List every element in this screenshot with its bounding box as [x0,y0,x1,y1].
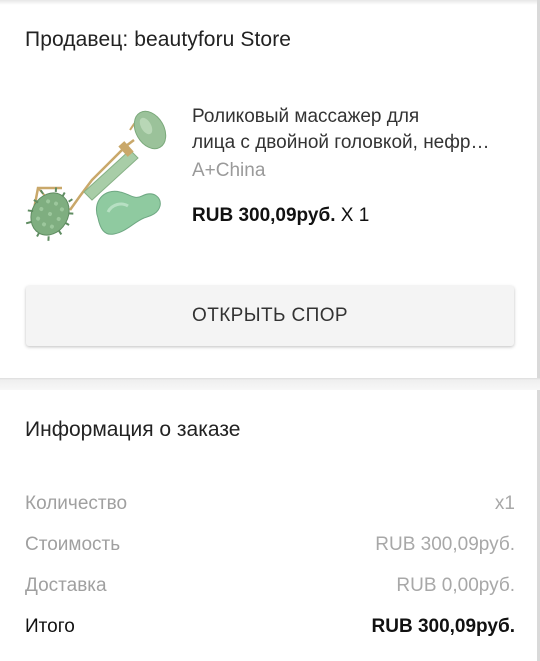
product-price: RUB 300,09руб. [192,205,336,226]
product-price-row: RUB 300,09руб. X 1 [192,205,369,227]
order-row-value: RUB 0,00руб. [396,575,515,596]
order-row-label: Доставка [25,575,107,596]
order-row-value: x1 [494,493,515,514]
product-quantity: X 1 [340,205,370,226]
order-total-value: RUB 300,09руб. [371,616,516,637]
product-image[interactable] [22,100,177,248]
order-row-cost: Стоимость RUB 300,09руб. [25,534,515,556]
order-row-quantity: Количество x1 [25,493,515,515]
product-title-line-2: лица с двойной головкой, нефр… [192,132,490,153]
jade-roller-icon [25,110,167,241]
section-divider [0,378,540,390]
order-row-shipping: Доставка RUB 0,00руб. [25,575,515,597]
seller-name[interactable]: Продавец: beautyforu Store [25,28,291,52]
order-row-label: Итого [25,616,75,637]
product-title[interactable]: Роликовый массажер для лица с двойной го… [192,104,522,156]
open-dispute-button[interactable]: ОТКРЫТЬ СПОР [26,286,514,346]
order-row-label: Стоимость [25,534,121,555]
product-title-line-1: Роликовый массажер для [192,106,420,127]
product-variant: A+China [192,160,266,181]
order-row-value: RUB 300,09руб. [375,534,515,555]
top-edge-shadow [0,0,540,5]
order-row-label: Количество [25,493,128,514]
order-row-total: Итого RUB 300,09руб. [25,616,515,638]
order-info-title: Информация о заказе [25,418,241,441]
